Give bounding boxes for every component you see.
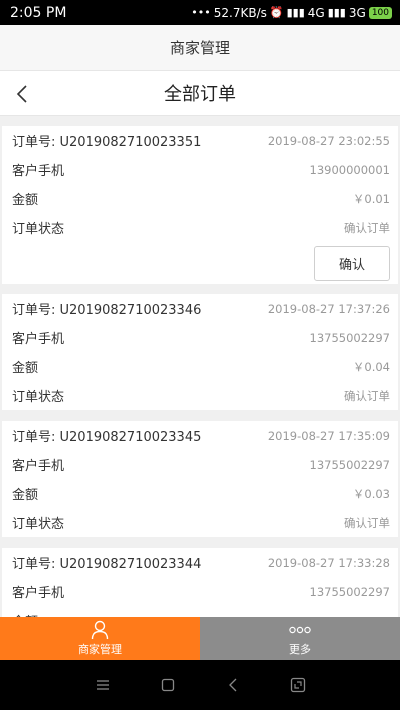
- amount-label: 金额: [12, 361, 39, 376]
- amount-row: 金额: [2, 606, 398, 617]
- order-card[interactable]: 订单号: U2019082710023346 2019-08-27 17:37:…: [2, 294, 398, 410]
- order-number-row: 订单号: U2019082710023346 2019-08-27 17:37:…: [2, 294, 398, 323]
- order-number: 订单号: U2019082710023351: [12, 131, 201, 150]
- bottom-tab-bar: 商家管理 更多: [0, 617, 400, 660]
- order-status-value: 确认订单: [344, 220, 390, 235]
- order-status-label: 订单状态: [12, 390, 65, 405]
- order-number-label: 订单号:: [12, 135, 60, 150]
- system-nav-bar: [0, 660, 400, 710]
- order-number: 订单号: U2019082710023344: [12, 553, 201, 572]
- order-status-label: 订单状态: [12, 517, 65, 532]
- order-card[interactable]: 订单号: U2019082710023344 2019-08-27 17:33:…: [2, 548, 398, 617]
- tab-more-label: 更多: [289, 643, 311, 656]
- order-number-label: 订单号:: [12, 557, 60, 572]
- status-indicators: ••• 52.7KB/s ⏰ ▮▮▮ 4G ▮▮▮ 3G 100: [191, 6, 392, 20]
- amount-row: 金额 ￥0.04: [2, 352, 398, 381]
- page-header: 全部订单: [0, 71, 400, 116]
- order-card[interactable]: 订单号: U2019082710023351 2019-08-27 23:02:…: [2, 126, 398, 284]
- order-number-label: 订单号:: [12, 430, 60, 445]
- customer-phone-row: 客户手机 13755002297: [2, 323, 398, 352]
- amount-label: 金额: [12, 193, 39, 208]
- confirm-button[interactable]: 确认: [314, 245, 390, 281]
- order-datetime: 2019-08-27 17:33:28: [267, 555, 390, 570]
- order-number-row: 订单号: U2019082710023345 2019-08-27 17:35:…: [2, 421, 398, 450]
- amount-label: 金额: [12, 488, 39, 503]
- customer-phone-value: 13900000001: [309, 162, 390, 177]
- order-status-value: 确认订单: [344, 515, 390, 530]
- order-status-row: 订单状态 确认订单: [2, 213, 398, 242]
- customer-phone-row: 客户手机 13755002297: [2, 450, 398, 479]
- screenshot-icon: [290, 677, 305, 693]
- menu-icon: [96, 680, 109, 690]
- battery-icon: 100: [368, 6, 392, 19]
- home-button[interactable]: [153, 670, 183, 700]
- order-datetime: 2019-08-27 23:02:55: [267, 133, 390, 148]
- menu-button[interactable]: [88, 670, 118, 700]
- chevron-left-icon: [16, 85, 27, 103]
- signal-icon-2: ▮▮▮: [327, 6, 346, 19]
- app-header: 商家管理: [0, 25, 400, 71]
- order-number-value: U2019082710023344: [59, 557, 202, 572]
- amount-row: 金额 ￥0.03: [2, 479, 398, 508]
- order-status-label: 订单状态: [12, 222, 65, 237]
- tab-merchant-management[interactable]: 商家管理: [0, 617, 200, 660]
- app-title: 商家管理: [169, 39, 230, 57]
- order-number: 订单号: U2019082710023346: [12, 299, 201, 318]
- tab-merchant-management-label: 商家管理: [78, 643, 122, 656]
- order-number-row: 订单号: U2019082710023351 2019-08-27 23:02:…: [2, 126, 398, 155]
- order-number: 订单号: U2019082710023345: [12, 426, 201, 445]
- person-icon: [91, 620, 109, 640]
- order-datetime: 2019-08-27 17:35:09: [267, 428, 390, 443]
- customer-phone-label: 客户手机: [12, 459, 65, 474]
- network-type-a: 4G: [307, 5, 325, 20]
- amount-value: ￥0.04: [352, 359, 390, 374]
- dots-icon: •••: [191, 6, 211, 19]
- customer-phone-value: 13755002297: [309, 457, 390, 472]
- order-number-value: U2019082710023351: [59, 135, 202, 150]
- order-list[interactable]: 订单号: U2019082710023351 2019-08-27 23:02:…: [0, 116, 400, 617]
- customer-phone-label: 客户手机: [12, 164, 65, 179]
- signal-icon: ▮▮▮: [286, 6, 305, 19]
- order-status-row: 订单状态 确认订单: [2, 381, 398, 410]
- amount-value: ￥0.03: [352, 486, 390, 501]
- back-button[interactable]: [10, 81, 34, 107]
- recent-apps-button[interactable]: [283, 670, 313, 700]
- network-type-b: 3G: [348, 5, 366, 20]
- status-bar: 2:05 PM ••• 52.7KB/s ⏰ ▮▮▮ 4G ▮▮▮ 3G 100: [0, 0, 400, 25]
- customer-phone-row: 客户手机 13755002297: [2, 577, 398, 606]
- order-status-row: 订单状态 确认订单: [2, 508, 398, 537]
- square-home-icon: [161, 678, 174, 692]
- order-status-value: 确认订单: [344, 388, 390, 403]
- more-dots-icon: [289, 620, 311, 640]
- tab-more[interactable]: 更多: [200, 617, 400, 660]
- system-back-button[interactable]: [218, 670, 248, 700]
- customer-phone-value: 13755002297: [309, 584, 390, 599]
- customer-phone-row: 客户手机 13900000001: [2, 155, 398, 184]
- status-speed: 52.7KB/s: [213, 5, 267, 20]
- amount-value: ￥0.01: [352, 191, 390, 206]
- status-time: 2:05 PM: [10, 4, 67, 21]
- page-title: 全部订单: [164, 84, 236, 105]
- order-number-row: 订单号: U2019082710023344 2019-08-27 17:33:…: [2, 548, 398, 577]
- back-triangle-icon: [228, 678, 236, 692]
- amount-row: 金额 ￥0.01: [2, 184, 398, 213]
- customer-phone-label: 客户手机: [12, 332, 65, 347]
- confirm-row: 确认: [2, 242, 398, 284]
- order-card[interactable]: 订单号: U2019082710023345 2019-08-27 17:35:…: [2, 421, 398, 537]
- customer-phone-value: 13755002297: [309, 330, 390, 345]
- order-number-value: U2019082710023345: [59, 430, 202, 445]
- order-number-value: U2019082710023346: [59, 303, 202, 318]
- order-number-label: 订单号:: [12, 303, 60, 318]
- order-datetime: 2019-08-27 17:37:26: [267, 301, 390, 316]
- alarm-icon: ⏰: [269, 6, 284, 19]
- customer-phone-label: 客户手机: [12, 586, 65, 601]
